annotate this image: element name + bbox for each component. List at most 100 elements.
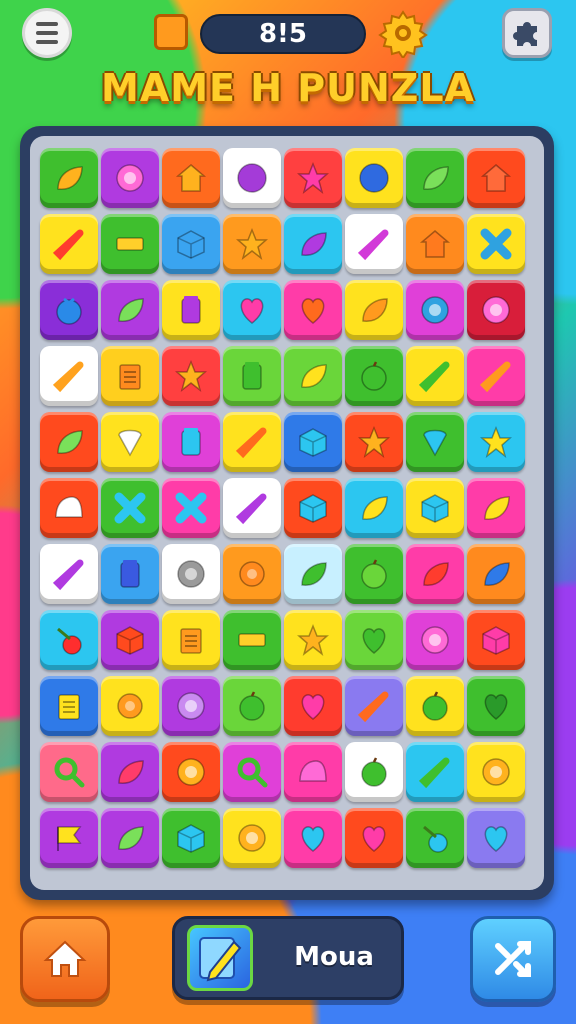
game-tile[interactable] [223, 742, 281, 802]
game-tile[interactable] [101, 544, 159, 604]
game-tile[interactable] [406, 214, 464, 274]
game-tile[interactable] [40, 676, 98, 736]
shuffle-button[interactable] [470, 916, 556, 1002]
menu-button[interactable] [22, 8, 72, 58]
game-tile[interactable] [345, 412, 403, 472]
game-board [20, 126, 554, 900]
game-tile[interactable] [345, 676, 403, 736]
game-tile[interactable] [284, 808, 342, 868]
game-tile[interactable] [406, 280, 464, 340]
game-tile[interactable] [467, 544, 525, 604]
game-tile[interactable] [40, 544, 98, 604]
game-tile[interactable] [284, 148, 342, 208]
game-tile[interactable] [223, 214, 281, 274]
game-tile[interactable] [284, 676, 342, 736]
game-tile[interactable] [467, 346, 525, 406]
home-button[interactable] [20, 916, 110, 1002]
game-tile[interactable] [101, 610, 159, 670]
game-tile[interactable] [162, 478, 220, 538]
game-tile[interactable] [406, 610, 464, 670]
game-tile[interactable] [162, 610, 220, 670]
game-tile[interactable] [345, 544, 403, 604]
mode-panel[interactable]: Moua [172, 916, 404, 1000]
game-tile[interactable] [345, 214, 403, 274]
game-tile[interactable] [345, 610, 403, 670]
game-tile[interactable] [40, 214, 98, 274]
game-tile[interactable] [345, 280, 403, 340]
game-tile[interactable] [162, 148, 220, 208]
game-tile[interactable] [101, 808, 159, 868]
game-tile[interactable] [101, 478, 159, 538]
game-tile[interactable] [467, 742, 525, 802]
game-tile[interactable] [40, 478, 98, 538]
game-tile[interactable] [162, 676, 220, 736]
game-tile[interactable] [406, 742, 464, 802]
game-tile[interactable] [284, 280, 342, 340]
game-tile[interactable] [223, 610, 281, 670]
game-tile[interactable] [284, 346, 342, 406]
game-tile[interactable] [345, 478, 403, 538]
game-tile[interactable] [162, 412, 220, 472]
game-tile[interactable] [467, 610, 525, 670]
game-tile[interactable] [101, 412, 159, 472]
game-tile[interactable] [40, 346, 98, 406]
game-tile[interactable] [40, 412, 98, 472]
game-tile[interactable] [345, 346, 403, 406]
game-tile[interactable] [101, 742, 159, 802]
game-tile[interactable] [223, 280, 281, 340]
game-tile[interactable] [162, 346, 220, 406]
game-tile[interactable] [223, 808, 281, 868]
game-tile[interactable] [223, 346, 281, 406]
game-tile[interactable] [162, 214, 220, 274]
star-icon [296, 161, 330, 195]
game-tile[interactable] [406, 808, 464, 868]
game-tile[interactable] [406, 346, 464, 406]
game-tile[interactable] [101, 676, 159, 736]
game-tile[interactable] [284, 742, 342, 802]
game-tile[interactable] [101, 148, 159, 208]
game-tile[interactable] [162, 544, 220, 604]
game-tile[interactable] [467, 280, 525, 340]
game-tile[interactable] [162, 280, 220, 340]
game-tile[interactable] [467, 148, 525, 208]
game-tile[interactable] [162, 808, 220, 868]
game-tile[interactable] [406, 544, 464, 604]
game-tile[interactable] [284, 214, 342, 274]
game-tile[interactable] [223, 148, 281, 208]
game-tile[interactable] [162, 742, 220, 802]
game-tile[interactable] [406, 478, 464, 538]
game-tile[interactable] [467, 214, 525, 274]
game-tile[interactable] [223, 412, 281, 472]
heart-icon [296, 821, 330, 855]
game-tile[interactable] [40, 808, 98, 868]
ring-icon [174, 755, 208, 789]
game-tile[interactable] [101, 280, 159, 340]
game-tile[interactable] [406, 676, 464, 736]
game-tile[interactable] [223, 478, 281, 538]
game-tile[interactable] [40, 148, 98, 208]
game-tile[interactable] [284, 412, 342, 472]
cone-icon [418, 425, 452, 459]
game-tile[interactable] [101, 346, 159, 406]
game-tile[interactable] [345, 808, 403, 868]
game-tile[interactable] [223, 676, 281, 736]
game-tile[interactable] [284, 544, 342, 604]
apple-icon [357, 557, 391, 591]
puzzle-button[interactable] [502, 8, 552, 58]
game-tile[interactable] [284, 610, 342, 670]
game-tile[interactable] [406, 148, 464, 208]
game-tile[interactable] [101, 214, 159, 274]
game-tile[interactable] [345, 742, 403, 802]
game-tile[interactable] [223, 544, 281, 604]
game-tile[interactable] [467, 808, 525, 868]
game-tile[interactable] [345, 148, 403, 208]
game-tile[interactable] [284, 478, 342, 538]
game-tile[interactable] [467, 676, 525, 736]
game-tile[interactable] [467, 478, 525, 538]
game-tile[interactable] [406, 412, 464, 472]
game-tile[interactable] [467, 412, 525, 472]
game-tile[interactable] [40, 280, 98, 340]
game-tile[interactable] [40, 610, 98, 670]
gear-icon[interactable] [378, 8, 428, 60]
game-tile[interactable] [40, 742, 98, 802]
